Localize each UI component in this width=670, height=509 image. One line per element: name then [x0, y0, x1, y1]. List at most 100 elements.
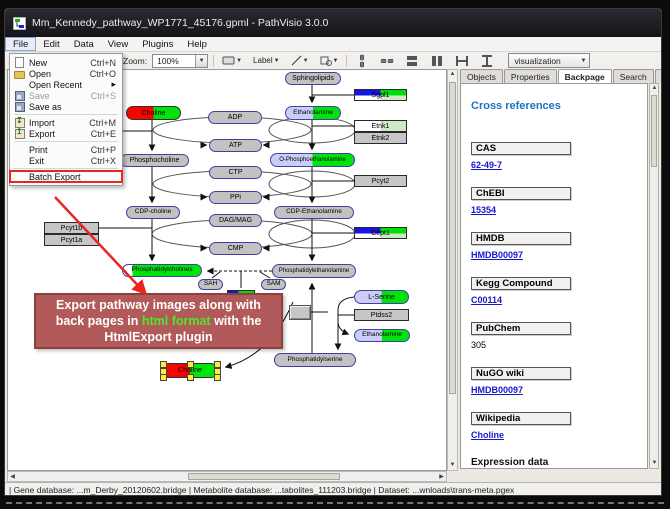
common-height-icon [480, 54, 494, 68]
save-icon [14, 90, 25, 101]
shape-tool-button[interactable]: ▼ [317, 53, 342, 68]
node-etnk2[interactable]: Etnk2 [354, 132, 407, 144]
scroll-right-icon[interactable]: ▶ [437, 473, 446, 482]
scroll-down-icon[interactable]: ▼ [650, 459, 659, 468]
tab-legend[interactable]: Legend [655, 69, 662, 84]
node-pcyt2[interactable]: Pcyt2 [354, 175, 407, 187]
selection-handle[interactable] [187, 374, 194, 381]
xref-header: Kegg Compound [471, 277, 571, 290]
tab-search[interactable]: Search [613, 69, 654, 84]
node-pcyt1a[interactable]: Pcyt1a [44, 234, 99, 246]
node-ppi[interactable]: PPi [209, 191, 262, 204]
node-sah[interactable]: SAH [198, 279, 223, 290]
tab-properties[interactable]: Properties [504, 69, 557, 84]
node-ctp[interactable]: CTP [209, 166, 262, 179]
node-label: ATP [229, 142, 242, 149]
label-tool-button[interactable]: Label ▼ [250, 54, 283, 67]
chevron-down-icon[interactable]: ▼ [577, 58, 589, 64]
chevron-down-icon[interactable]: ▼ [303, 58, 309, 64]
node-cept1[interactable]: Cept1 [354, 227, 407, 239]
common-height-button[interactable] [477, 52, 497, 70]
xref-link[interactable]: HMDB00097 [471, 385, 647, 395]
node-cmp[interactable]: CMP [209, 242, 262, 255]
node-pcyt1b[interactable]: Pcyt1b [44, 222, 99, 234]
node-ethanolamine-bottom[interactable]: Ethanolamine [354, 329, 410, 342]
node-label: Etnk2 [372, 135, 390, 142]
file-menu-item-export[interactable]: ExportCtrl+E [10, 128, 122, 139]
file-menu-item-batch-export[interactable]: Batch Export [10, 171, 122, 182]
menu-file[interactable]: File [5, 37, 36, 51]
scroll-down-icon[interactable]: ▼ [448, 461, 457, 470]
scrollbar-thumb[interactable] [449, 82, 456, 394]
node-sgpl1[interactable]: Sgpl1 [354, 89, 407, 101]
canvas-vertical-scrollbar[interactable]: ▲ ▼ [447, 69, 458, 471]
tab-objects[interactable]: Objects [460, 69, 503, 84]
gene-datanode-tool-button[interactable]: ▼ [219, 54, 245, 67]
menu-edit[interactable]: Edit [36, 37, 66, 51]
xref-link[interactable]: HMDB00097 [471, 250, 647, 260]
zoom-combobox[interactable]: 100% ▼ [152, 54, 208, 68]
node-ethanolamine-top[interactable]: Ethanolamine [285, 106, 341, 120]
menu-data[interactable]: Data [67, 37, 101, 51]
node-label: CDP-choline [135, 209, 172, 216]
node-l-serine[interactable]: L-Serine [354, 290, 409, 304]
stack-vertical-button[interactable] [402, 52, 422, 70]
selection-handle[interactable] [160, 374, 167, 381]
node-adp[interactable]: ADP [208, 111, 262, 124]
xref-header: ChEBI [471, 187, 571, 200]
chevron-down-icon[interactable]: ▼ [274, 58, 280, 64]
canvas-horizontal-scrollbar[interactable]: ◀ ▶ [7, 471, 447, 482]
visualization-combobox[interactable]: visualization ▼ [508, 53, 590, 68]
menu-help[interactable]: Help [180, 37, 214, 51]
menu-item-shortcut: Ctrl+S [91, 91, 116, 101]
node-sphingolipids[interactable]: Sphingolipids [285, 72, 341, 85]
node-etnk1[interactable]: Etnk1 [354, 120, 407, 132]
xref-link[interactable]: 62-49-7 [471, 160, 647, 170]
node-ptdss2[interactable]: Ptdss2 [354, 309, 409, 321]
node-label: Pcyt1a [61, 237, 82, 244]
chevron-down-icon[interactable]: ▼ [333, 58, 339, 64]
common-width-button[interactable] [452, 52, 472, 70]
node-phosphocholine[interactable]: Phosphocholine [120, 154, 189, 167]
scroll-up-icon[interactable]: ▲ [448, 70, 457, 79]
menu-plugins[interactable]: Plugins [135, 37, 180, 51]
scroll-up-icon[interactable]: ▲ [650, 84, 659, 93]
align-horizontal-center-button[interactable] [352, 52, 372, 70]
chevron-down-icon[interactable]: ▼ [236, 58, 242, 64]
file-menu-item-new[interactable]: NewCtrl+N [10, 57, 122, 68]
align-vertical-center-button[interactable] [377, 52, 397, 70]
sidebar-scrollbar[interactable]: ▲ ▼ [649, 83, 659, 469]
menu-view[interactable]: View [101, 37, 135, 51]
xref-link[interactable]: 15354 [471, 205, 647, 215]
node-phosphatidylserine[interactable]: Phosphatidylserine [274, 353, 356, 367]
file-menu-item-save-as[interactable]: Save as [10, 101, 122, 112]
node-choline-selected[interactable]: Choline [162, 363, 218, 378]
node-choline-top[interactable]: Choline [126, 106, 181, 120]
file-menu-item-import[interactable]: ImportCtrl+M [10, 117, 122, 128]
scrollbar-thumb[interactable] [651, 95, 657, 167]
menu-item-label: Save as [29, 102, 62, 112]
node-phosphatidylcholines[interactable]: Phosphatidylcholines [122, 264, 202, 277]
selection-handle[interactable] [214, 374, 221, 381]
chevron-down-icon[interactable]: ▼ [195, 55, 207, 67]
xref-link[interactable]: Choline [471, 430, 647, 440]
node-cdp-choline[interactable]: CDP-choline [126, 206, 180, 219]
node-dag-mag[interactable]: DAG/MAG [209, 214, 262, 227]
node-sam[interactable]: SAM [261, 279, 286, 290]
scroll-left-icon[interactable]: ◀ [8, 473, 17, 482]
node-hidden-gene-box[interactable] [289, 305, 311, 320]
node-cdp-ethanolamine[interactable]: CDP-Ethanolamine [274, 206, 354, 219]
node-phosphatidylethanolamine[interactable]: Phosphatidylethanolamine [272, 264, 356, 278]
selection-handle[interactable] [187, 361, 194, 368]
file-menu-item-exit[interactable]: ExitCtrl+X [10, 155, 122, 166]
file-menu-item-print[interactable]: PrintCtrl+P [10, 144, 122, 155]
line-tool-button[interactable]: ▼ [288, 53, 312, 68]
node-atp[interactable]: ATP [209, 139, 262, 152]
file-menu-item-open[interactable]: OpenCtrl+O [10, 68, 122, 79]
scrollbar-thumb[interactable] [188, 473, 340, 480]
file-menu-item-open-recent[interactable]: Open Recent▸ [10, 79, 122, 90]
xref-link[interactable]: C00114 [471, 295, 647, 305]
tab-backpage[interactable]: Backpage [558, 69, 612, 84]
stack-horizontal-button[interactable] [427, 52, 447, 70]
node-o-phosphoethanolamine[interactable]: O-Phosphoethanolamine [270, 153, 355, 167]
